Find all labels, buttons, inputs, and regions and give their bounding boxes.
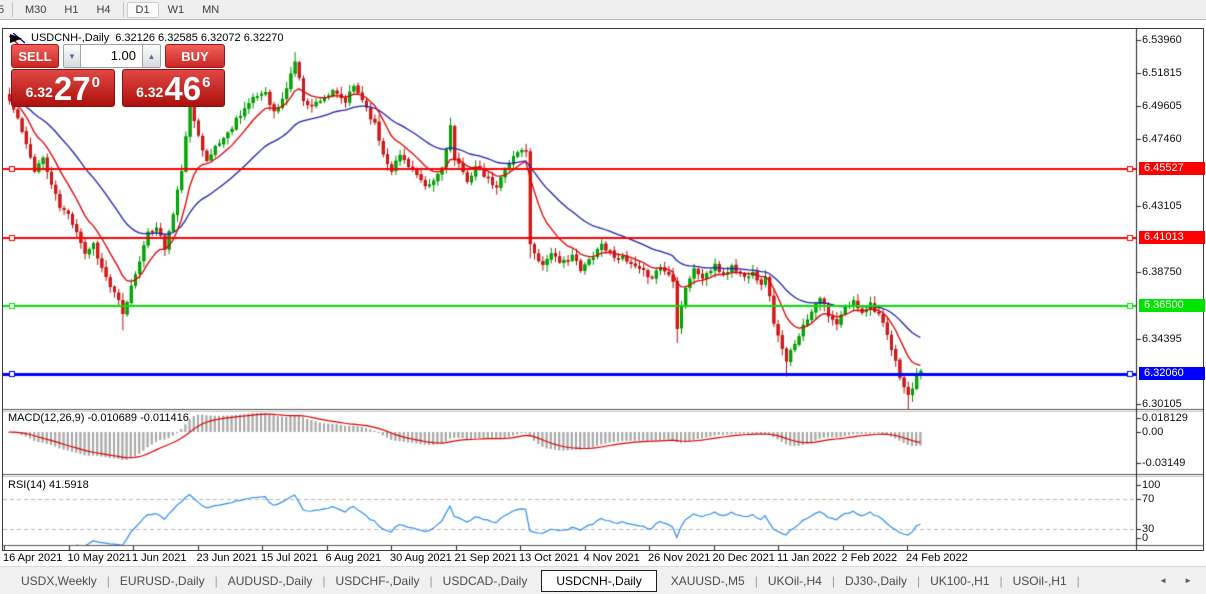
buy-price-display[interactable]: 6.32 46 6 xyxy=(122,69,226,107)
sell-price-prefix: 6.32 xyxy=(26,84,53,106)
price-tick-label: 6.49605 xyxy=(1142,100,1182,112)
buy-price-point: 6 xyxy=(202,74,210,91)
rsi-axis-label: 0 xyxy=(1142,532,1148,544)
timeframe-button-h1[interactable]: H1 xyxy=(55,2,87,18)
hline-price-label: 6.36500 xyxy=(1139,299,1205,312)
volume-spinner: ▼ 1.00 ▲ xyxy=(63,44,161,68)
hline-price-label: 6.41013 xyxy=(1139,231,1205,244)
hline-price-label: 6.45527 xyxy=(1139,162,1205,175)
macd-axis-label: 0.00 xyxy=(1142,426,1163,438)
volume-increase-button[interactable]: ▲ xyxy=(143,44,161,68)
price-chart-canvas[interactable] xyxy=(3,29,1203,550)
chart-tab-usdcnh-daily[interactable]: USDCNH-,Daily xyxy=(541,570,656,592)
tab-separator: | xyxy=(322,574,325,588)
chart-tab-ukoil-h4[interactable]: UKOil-,H4 xyxy=(759,574,831,588)
buy-price-pips: 46 xyxy=(164,72,201,106)
buy-button[interactable]: BUY xyxy=(165,44,225,68)
sell-price-display[interactable]: 6.32 27 0 xyxy=(11,69,115,107)
price-tick-label: 6.47460 xyxy=(1142,133,1182,145)
buy-price-prefix: 6.32 xyxy=(136,84,163,106)
sell-button[interactable]: SELL xyxy=(11,44,59,68)
timeframe-button-5[interactable]: 5 xyxy=(0,2,9,18)
date-axis-label: 10 May 2021 xyxy=(68,552,132,564)
tab-scroll-left-icon[interactable]: ◄ xyxy=(1159,576,1167,586)
date-axis-label: 4 Nov 2021 xyxy=(584,552,640,564)
chart-tab-audusd-daily[interactable]: AUDUSD-,Daily xyxy=(219,574,322,588)
tab-scroll-arrows: ◄ ► xyxy=(1159,576,1192,586)
price-tick-label: 6.53960 xyxy=(1142,34,1182,46)
toolbar-separator xyxy=(123,2,124,17)
rsi-axis-label: 100 xyxy=(1142,479,1160,491)
one-click-trade-panel: SELL ▼ 1.00 ▲ BUY 6.32 27 0 6.32 46 6 xyxy=(11,44,225,107)
macd-pane-label: MACD(12,26,9) -0.010689 -0.011416 xyxy=(8,412,189,424)
chart-tab-dj30-daily[interactable]: DJ30-,Daily xyxy=(836,574,916,588)
timeframe-button-m30[interactable]: M30 xyxy=(16,2,55,18)
rsi-axis-label: 70 xyxy=(1142,493,1154,505)
timeframe-button-mn[interactable]: MN xyxy=(193,2,228,18)
timeframe-button-d1[interactable]: D1 xyxy=(127,2,159,18)
date-axis-label: 2 Feb 2022 xyxy=(842,552,898,564)
macd-main-value: -0.010689 xyxy=(87,412,137,424)
tab-scroll-right-icon[interactable]: ► xyxy=(1184,576,1192,586)
date-axis-label: 20 Dec 2021 xyxy=(713,552,775,564)
date-axis-label: 11 Jan 2022 xyxy=(777,552,837,564)
chart-tab-usdchf-daily[interactable]: USDCHF-,Daily xyxy=(327,574,429,588)
rsi-pane-label: RSI(14) 41.5918 xyxy=(8,479,89,491)
chart-symbol-icon xyxy=(9,33,25,44)
chart-tab-xauusd-m5[interactable]: XAUUSD-,M5 xyxy=(662,574,754,588)
sell-price-point: 0 xyxy=(92,74,100,91)
macd-axis-label: -0.03149 xyxy=(1142,457,1185,469)
date-axis-label: 16 Apr 2021 xyxy=(3,552,62,564)
chart-tab-usoil-h1[interactable]: USOil-,H1 xyxy=(1004,574,1076,588)
macd-signal-value: -0.011416 xyxy=(140,412,189,424)
chart-header: USDCNH-,Daily 6.32126 6.32585 6.32072 6.… xyxy=(9,32,283,44)
chart-tab-usdcad-daily[interactable]: USDCAD-,Daily xyxy=(434,574,537,588)
macd-indicator-name: MACD(12,26,9) xyxy=(8,412,84,424)
tab-separator: | xyxy=(755,574,758,588)
price-tick-label: 6.51815 xyxy=(1142,67,1182,79)
timeframe-toolbar: 5 M30H1H4 D1W1MN xyxy=(0,0,1206,20)
tab-separator: | xyxy=(1000,574,1003,588)
price-tick-label: 6.30105 xyxy=(1142,398,1182,410)
date-axis-label: 21 Sep 2021 xyxy=(455,552,517,564)
volume-input[interactable]: 1.00 xyxy=(81,44,143,68)
chart-ohlc-values: 6.32126 6.32585 6.32072 6.32270 xyxy=(115,32,283,44)
date-axis-label: 26 Nov 2021 xyxy=(648,552,710,564)
tab-separator: | xyxy=(107,574,110,588)
date-axis-label: 30 Aug 2021 xyxy=(390,552,452,564)
toolbar-separator xyxy=(12,2,13,17)
timeframe-button-w1[interactable]: W1 xyxy=(159,2,194,18)
date-axis-label: 23 Jun 2021 xyxy=(197,552,258,564)
sell-price-pips: 27 xyxy=(54,72,91,106)
chart-tab-uk100-h1[interactable]: UK100-,H1 xyxy=(921,574,998,588)
tab-separator: | xyxy=(832,574,835,588)
chart-symbol-label: USDCNH-,Daily xyxy=(31,32,109,44)
rsi-indicator-name: RSI(14) xyxy=(8,479,46,491)
timeframe-button-h4[interactable]: H4 xyxy=(87,2,119,18)
volume-decrease-button[interactable]: ▼ xyxy=(63,44,81,68)
chart-tab-eurusd-daily[interactable]: EURUSD-,Daily xyxy=(111,574,214,588)
tab-separator: | xyxy=(215,574,218,588)
date-axis: 16 Apr 2021 10 May 20211 Jun 2021 23 Jun 2… xyxy=(2,552,1204,566)
rsi-value: 41.5918 xyxy=(49,479,89,491)
date-axis-label: 15 Jul 2021 xyxy=(261,552,318,564)
hline-price-label: 6.32060 xyxy=(1139,367,1205,380)
chart-tab-usdx-weekly[interactable]: USDX,Weekly xyxy=(12,574,106,588)
price-tick-label: 6.34395 xyxy=(1142,333,1182,345)
chart-tab-bar: USDX,Weekly|EURUSD-,Daily|AUDUSD-,Daily|… xyxy=(0,566,1206,594)
date-axis-label: 24 Feb 2022 xyxy=(906,552,968,564)
date-axis-label: 6 Aug 2021 xyxy=(326,552,382,564)
tab-separator: | xyxy=(1077,574,1080,588)
date-axis-label: 1 Jun 2021 xyxy=(132,552,186,564)
price-tick-label: 6.43105 xyxy=(1142,200,1182,212)
chart-window: USDCNH-,Daily 6.32126 6.32585 6.32072 6.… xyxy=(2,28,1204,551)
price-tick-label: 6.38750 xyxy=(1142,266,1182,278)
tab-separator: | xyxy=(917,574,920,588)
macd-axis-label: 0.018129 xyxy=(1142,412,1188,424)
date-axis-label: 13 Oct 2021 xyxy=(519,552,579,564)
tab-separator: | xyxy=(430,574,433,588)
